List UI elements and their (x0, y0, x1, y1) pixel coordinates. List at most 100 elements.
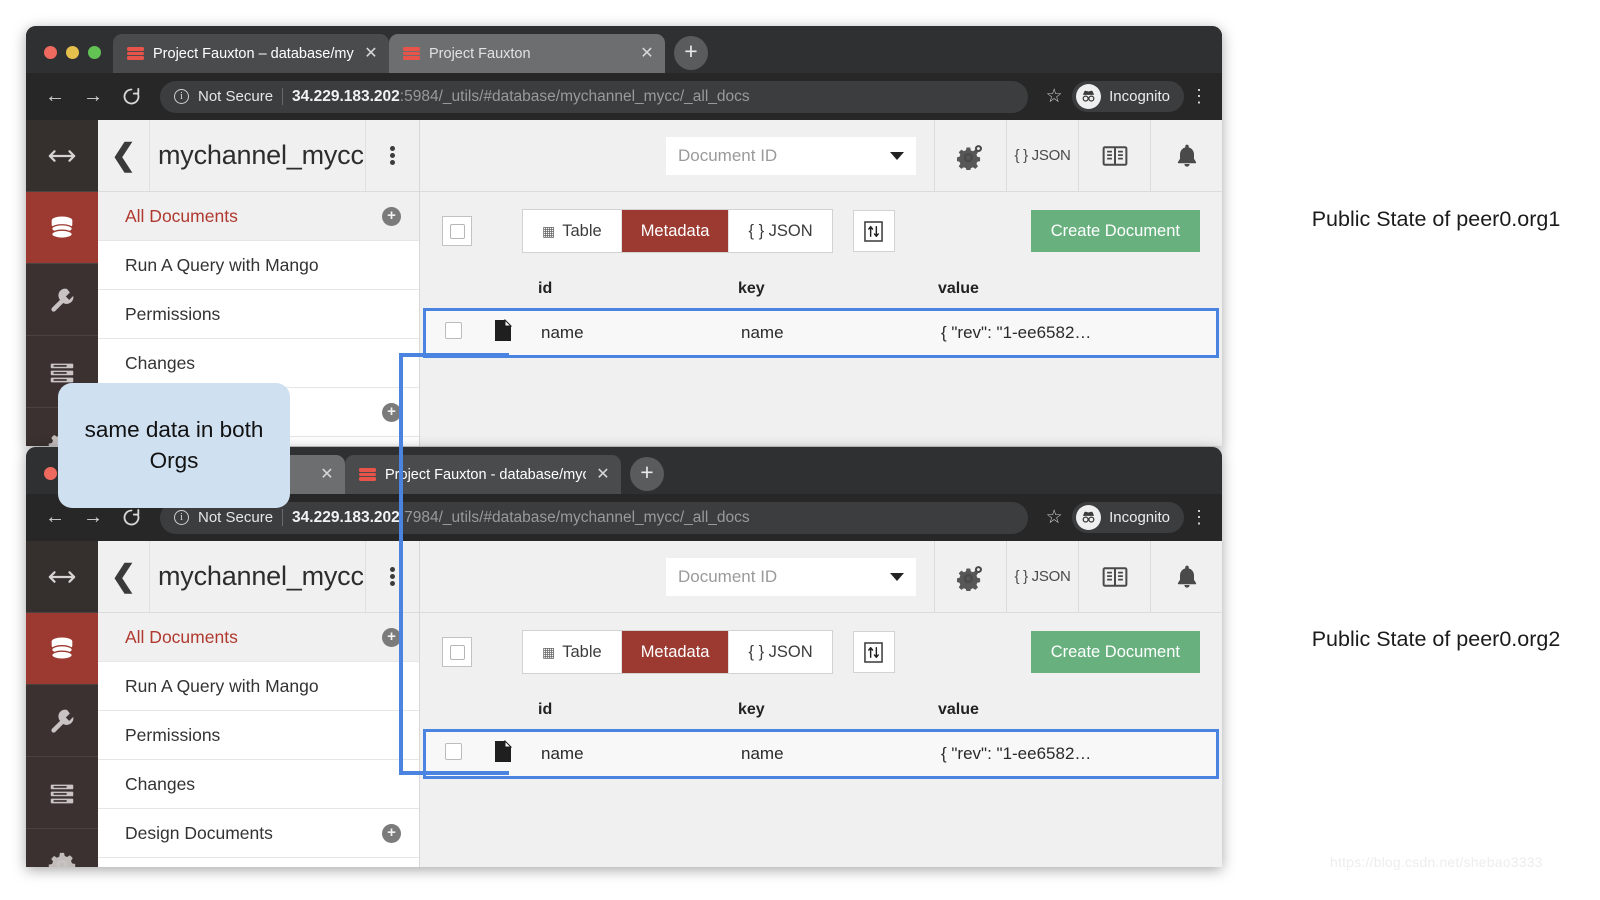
sidebar-item-run-query-mango[interactable]: Run A Query with Mango (98, 662, 419, 711)
table-row[interactable]: name name { "rev": "1-ee6582… (423, 729, 1219, 779)
new-tab-button[interactable]: + (630, 457, 664, 491)
document-id-placeholder: Document ID (678, 566, 778, 586)
browser-tab-active[interactable]: Project Fauxton - database/mych ✕ (345, 455, 621, 494)
expand-arrows-icon[interactable] (26, 541, 98, 613)
sidebar-item-all-documents[interactable]: All Documents + (98, 613, 419, 662)
activity-list-icon[interactable] (26, 757, 98, 829)
tab-json[interactable]: { } JSON (729, 631, 832, 673)
row-checkbox[interactable] (445, 322, 462, 339)
tab-metadata[interactable]: Metadata (621, 210, 730, 252)
docs-book-icon[interactable] (1078, 541, 1150, 612)
database-icon[interactable] (26, 192, 98, 264)
incognito-badge[interactable]: Incognito (1072, 81, 1184, 112)
sidebar-item-all-documents[interactable]: All Documents + (98, 192, 419, 241)
document-id-select[interactable]: Document ID (666, 557, 916, 596)
wrench-icon[interactable] (26, 264, 98, 336)
browser-menu-icon[interactable]: ⋮ (1188, 507, 1210, 528)
expand-arrows-icon[interactable] (26, 120, 98, 192)
sidebar-item-label: Changes (125, 352, 196, 373)
tab-title: Project Fauxton - database/mych (385, 466, 586, 483)
create-document-button[interactable]: Create Document (1030, 631, 1200, 673)
address-bar[interactable]: i Not Secure 34.229.183.202:7984/_utils/… (160, 501, 1029, 534)
table-row[interactable]: name name { "rev": "1-ee6582… (423, 308, 1219, 358)
wrench-icon[interactable] (26, 685, 98, 757)
divider (282, 88, 284, 105)
close-tab-icon[interactable]: ✕ (639, 45, 655, 62)
browser-menu-icon[interactable]: ⋮ (1188, 86, 1210, 107)
json-icon[interactable]: { } JSON (1006, 541, 1078, 612)
view-mode-segmented-control: ▦ Table Metadata { } JSON (522, 209, 833, 253)
add-document-icon[interactable]: + (382, 206, 401, 226)
watermark: https://blog.csdn.net/shebao3333 (1330, 854, 1543, 870)
grid-icon: ▦ (542, 222, 556, 239)
database-menu-icon[interactable] (365, 120, 419, 191)
sort-updown-icon[interactable] (852, 631, 895, 673)
row-checkbox[interactable] (445, 743, 462, 760)
callout-same-data: same data in both Orgs (58, 383, 290, 508)
tab-json[interactable]: { } JSON (729, 210, 832, 252)
browser-tab-inactive[interactable]: Project Fauxton ✕ (389, 34, 665, 73)
back-icon[interactable]: ← (38, 80, 72, 114)
sidebar-item-changes[interactable]: Changes (98, 760, 419, 809)
info-circle-icon[interactable]: i (174, 89, 189, 104)
tab-table[interactable]: ▦ Table (523, 631, 622, 673)
documents-table-header: id key value (420, 691, 1222, 729)
database-menu-icon[interactable] (365, 541, 419, 612)
close-tab-icon[interactable]: ✕ (595, 466, 611, 483)
select-all-checkbox[interactable] (442, 637, 472, 667)
cell-key: name (741, 744, 784, 763)
sidebar-item-permissions[interactable]: Permissions (98, 711, 419, 760)
tab-metadata[interactable]: Metadata (621, 631, 730, 673)
omnibox-row: ← → i Not Secure 34.229.183.202:5984/_ut… (26, 73, 1222, 120)
browser-tab-active[interactable]: Project Fauxton – database/mych ✕ (113, 34, 389, 73)
cell-value: { "rev": "1-ee6582… (941, 744, 1092, 763)
bell-icon[interactable] (1150, 120, 1222, 191)
close-window-button[interactable] (44, 467, 57, 480)
json-icon[interactable]: { } JSON (1006, 120, 1078, 191)
create-document-button[interactable]: Create Document (1030, 210, 1200, 252)
url-path: :7984/_utils/#database/mychannel_mycc/_a… (399, 508, 750, 526)
reload-icon[interactable] (114, 80, 148, 114)
fauxton-app: ❮ mychannel_mycc All Documents + Run A Q… (26, 541, 1222, 867)
document-id-select[interactable]: Document ID (666, 136, 916, 175)
chevron-down-icon[interactable] (890, 151, 904, 160)
address-bar[interactable]: i Not Secure 34.229.183.202:5984/_utils/… (160, 80, 1029, 113)
sidebar-item-label: Run A Query with Mango (125, 675, 319, 696)
tab-label: { } JSON (748, 221, 813, 240)
sidebar-item-changes[interactable]: Changes (98, 339, 419, 388)
settings-gears-icon[interactable] (934, 120, 1006, 191)
gear-icon[interactable] (26, 829, 98, 867)
minimize-window-button[interactable] (66, 46, 79, 59)
fauxton-favicon-icon (127, 47, 144, 60)
back-chevron-icon[interactable]: ❮ (98, 120, 150, 191)
database-nav-header: ❮ mychannel_mycc (98, 120, 419, 192)
docs-book-icon[interactable] (1078, 120, 1150, 191)
tab-title: Project Fauxton – database/mych (153, 45, 354, 62)
chevron-down-icon[interactable] (890, 572, 904, 581)
bookmark-star-icon[interactable]: ☆ (1040, 85, 1068, 108)
close-tab-icon[interactable]: ✕ (363, 45, 379, 62)
bell-icon[interactable] (1150, 541, 1222, 612)
select-all-checkbox[interactable] (442, 216, 472, 246)
settings-gears-icon[interactable] (934, 541, 1006, 612)
sidebar-item-run-query-mango[interactable]: Run A Query with Mango (98, 241, 419, 290)
tab-table[interactable]: ▦ Table (523, 210, 622, 252)
new-tab-button[interactable]: + (674, 36, 708, 70)
close-tab-icon[interactable]: ✕ (319, 466, 335, 483)
window-traffic-lights[interactable] (36, 46, 113, 73)
url-text: 34.229.183.202:7984/_utils/#database/myc… (292, 509, 750, 527)
bookmark-star-icon[interactable]: ☆ (1040, 506, 1068, 529)
documents-content: Document ID { } JSON ▦ Table Metadata {… (420, 541, 1222, 867)
sidebar-item-permissions[interactable]: Permissions (98, 290, 419, 339)
close-window-button[interactable] (44, 46, 57, 59)
back-chevron-icon[interactable]: ❮ (98, 541, 150, 612)
sort-updown-icon[interactable] (852, 210, 895, 252)
incognito-badge[interactable]: Incognito (1072, 502, 1184, 533)
sidebar-item-design-documents[interactable]: Design Documents + (98, 809, 419, 858)
database-icon[interactable] (26, 613, 98, 685)
tab-label: { } JSON (748, 642, 813, 661)
maximize-window-button[interactable] (88, 46, 101, 59)
add-design-doc-icon[interactable]: + (382, 823, 401, 843)
forward-icon[interactable]: → (76, 80, 110, 114)
info-circle-icon[interactable]: i (174, 510, 189, 525)
